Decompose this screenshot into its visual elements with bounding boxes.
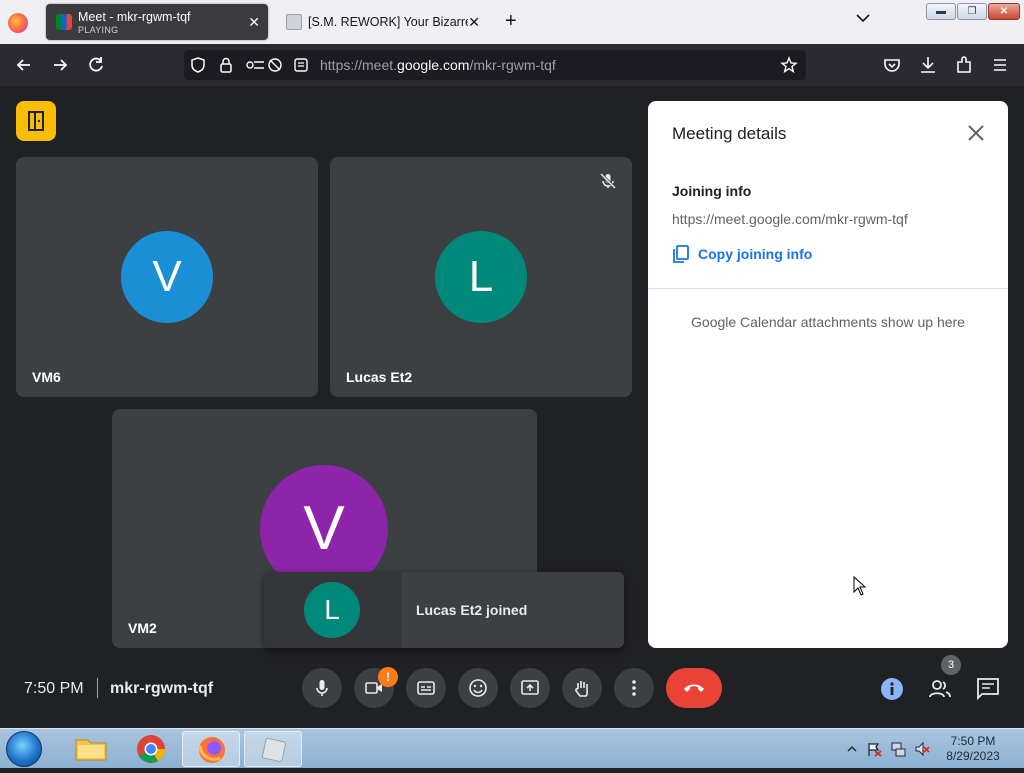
firefox-menu-icon[interactable] [8,13,28,33]
lock-icon[interactable] [217,56,235,74]
participant-name: VM2 [128,620,157,636]
extensions-icon[interactable] [953,54,975,76]
restore-window-button[interactable]: ❐ [957,3,987,20]
tab-close-icon[interactable]: ✕ [468,14,480,30]
hand-icon [575,681,589,697]
toast-message: Lucas Et2 joined [416,602,528,618]
tab-document[interactable]: [S.M. REWORK] Your Bizarre Adventure ✕ [276,4,488,40]
tab-playing-label: PLAYING [78,25,119,35]
bookmark-star-icon[interactable] [780,56,798,74]
tab-title: Meet - mkr-rgwm-tqf [78,10,191,24]
network-icon[interactable] [890,741,906,757]
info-icon [881,678,903,700]
joining-info-label: Joining info [672,183,752,199]
toast-avatar-area: L [264,572,402,648]
avatar: L [435,231,527,323]
google-meet-icon [56,14,72,30]
copy-joining-info-label: Copy joining info [698,246,813,262]
back-arrow-icon[interactable] [13,54,35,76]
meet-call-area: V VM6 L Lucas Et2 V VM2 L Lucas Et2 join… [0,86,1024,728]
leave-call-button[interactable] [666,668,722,708]
people-icon [929,680,951,698]
pocket-icon[interactable] [881,54,903,76]
participant-name: Lucas Et2 [346,369,413,385]
meeting-details-button[interactable] [879,676,905,702]
more-vert-icon [632,680,636,696]
document-icon [286,14,302,30]
new-tab-icon[interactable]: + [505,10,517,32]
captions-button[interactable] [406,668,446,708]
microphone-button[interactable] [302,668,342,708]
participant-tile-vm6[interactable]: V VM6 [16,157,318,397]
meeting-code: mkr-rgwm-tqf [110,680,214,697]
browser-toolbar: https://meet.google.com/mkr-rgwm-tqf [0,44,1024,86]
camera-warning-badge: ! [378,667,398,687]
system-clock[interactable]: 7:50 PM 8/29/2023 [940,734,1006,764]
present-screen-button[interactable] [510,668,550,708]
chat-button[interactable] [975,676,1001,702]
browser-tab-strip: Meet - mkr-rgwm-tqf PLAYING ✕ [S.M. REWO… [0,0,1024,44]
tab-close-icon[interactable]: ✕ [248,14,260,30]
door-exit-icon[interactable] [16,101,56,141]
tracking-shield-icon[interactable] [189,56,207,74]
participant-joined-toast: L Lucas Et2 joined [264,572,624,648]
avatar: L [304,582,360,638]
camera-blocked-icon[interactable] [266,56,284,74]
hamburger-menu-icon[interactable] [989,54,1011,76]
tab-meet[interactable]: Meet - mkr-rgwm-tqf PLAYING ✕ [46,4,268,40]
meeting-clock: 7:50 PM [24,680,84,697]
minimize-window-button[interactable]: ▬ [926,3,956,20]
windows-start-icon[interactable] [6,731,42,767]
volume-muted-icon[interactable] [914,741,930,757]
close-icon[interactable] [964,121,988,145]
show-hidden-icons-icon[interactable] [844,741,860,757]
mouse-cursor-icon [853,576,867,596]
people-count-badge: 3 [941,655,961,675]
divider [97,678,98,698]
tab-title: [S.M. REWORK] Your Bizarre Adventure [308,15,468,29]
chat-icon [977,678,999,701]
calendar-attachments-note: Google Calendar attachments show up here [691,314,965,330]
action-center-flag-icon[interactable] [866,741,882,757]
system-date: 8/29/2023 [946,749,1000,763]
reload-icon[interactable] [85,54,107,76]
present-icon [521,680,539,695]
panel-title: Meeting details [672,124,787,143]
reader-view-icon[interactable] [292,56,310,74]
divider [648,288,1008,289]
people-button[interactable] [927,676,953,702]
more-options-button[interactable] [614,668,654,708]
windows-taskbar: 7:50 PM 8/29/2023 [0,728,1024,768]
raise-hand-button[interactable] [562,668,602,708]
emoji-icon [469,679,487,697]
captions-icon [417,681,435,695]
permissions-icon[interactable] [244,56,266,74]
close-window-button[interactable]: ✕ [988,3,1020,20]
participant-name: VM6 [32,369,61,385]
meeting-details-panel: Meeting details Joining info https://mee… [648,101,1008,648]
chrome-icon[interactable] [122,731,180,767]
participant-tile-lucas[interactable]: L Lucas Et2 [330,157,632,397]
address-bar[interactable]: https://meet.google.com/mkr-rgwm-tqf [184,50,806,80]
avatar: V [121,231,213,323]
forward-arrow-icon[interactable] [49,54,71,76]
app-icon[interactable] [244,731,302,767]
chevron-down-icon[interactable] [856,12,870,26]
microphone-icon [316,680,328,696]
mic-off-icon [598,171,618,191]
joining-url: https://meet.google.com/mkr-rgwm-tqf [672,211,908,227]
url-text[interactable]: https://meet.google.com/mkr-rgwm-tqf [320,57,556,73]
file-explorer-icon[interactable] [62,731,120,767]
downloads-icon[interactable] [917,54,939,76]
firefox-icon[interactable] [182,731,240,767]
hang-up-icon [684,684,704,692]
system-time: 7:50 PM [950,734,996,748]
reactions-button[interactable] [458,668,498,708]
